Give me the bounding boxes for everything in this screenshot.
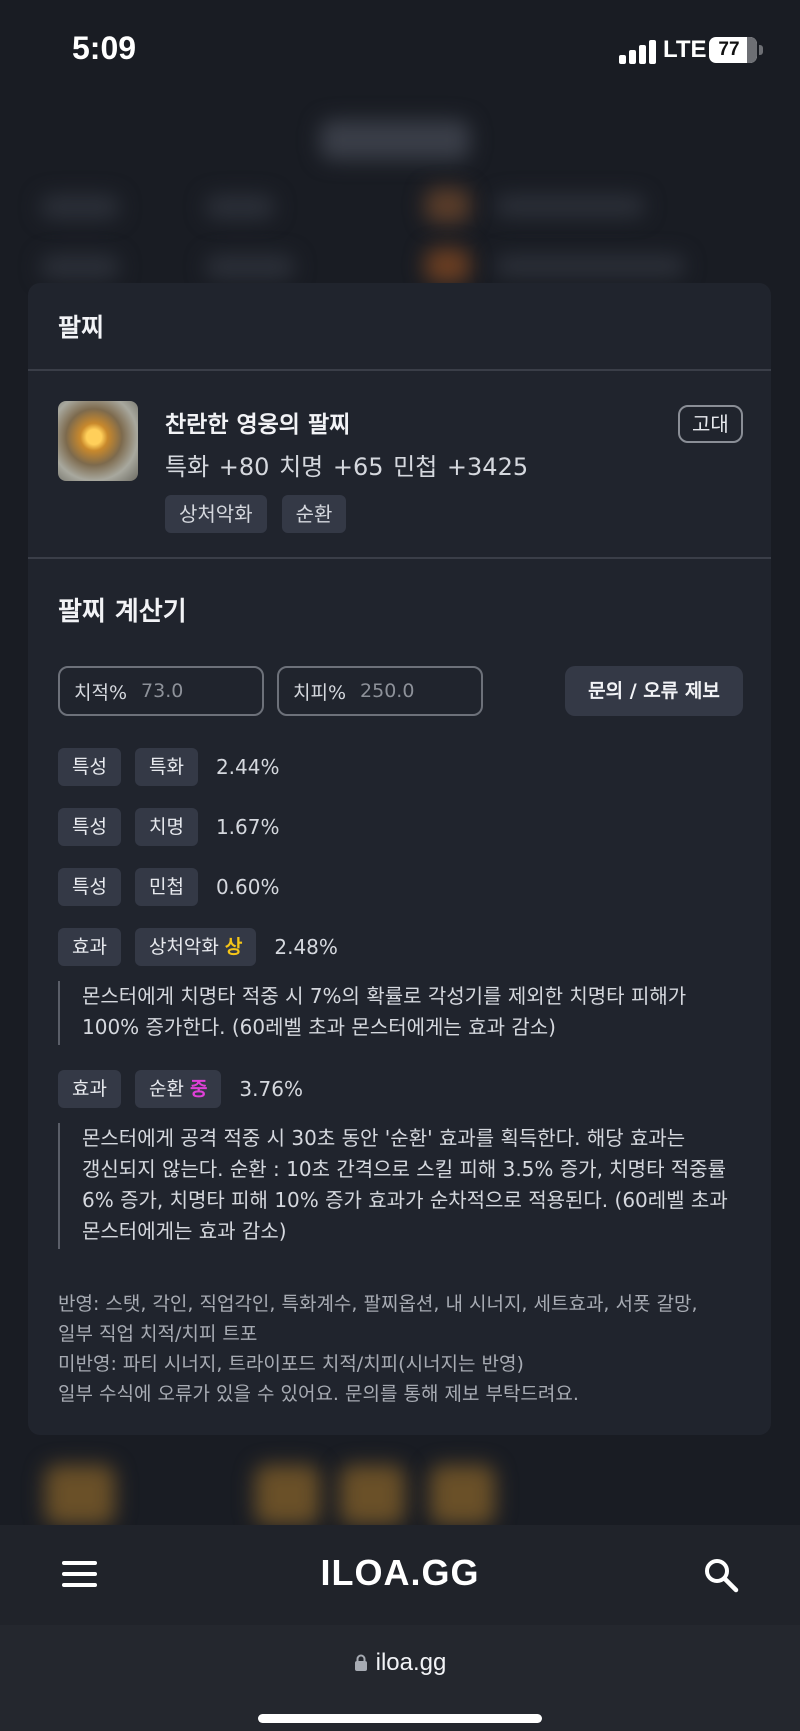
effect-name-chip: 상처악화 상 — [134, 928, 257, 966]
cellular-signal-icon — [619, 40, 657, 64]
calculator-title: 팔찌 계산기 — [58, 597, 187, 627]
lock-icon — [354, 1654, 367, 1671]
battery-percent: 77 — [718, 39, 740, 60]
calculator-inputs: 치적% 73.0 치피% 250.0 문의 / 오류 제보 — [58, 666, 743, 718]
row-value: 1.67% — [215, 815, 280, 839]
report-button[interactable]: 문의 / 오류 제보 — [565, 666, 743, 716]
description-line: 100% 증가한다. (60레벨 초과 몬스터에게는 효과 감소) — [82, 1015, 556, 1039]
bracelet-calculator: 팔찌 계산기 치적% 73.0 치피% 250.0 문의 / 오류 제보 특성 … — [28, 559, 771, 1409]
description-line: 몬스터에게는 효과 감소) — [82, 1219, 287, 1243]
row-value: 2.48% — [274, 935, 338, 959]
grade-badge: 고대 — [678, 405, 743, 443]
row-type-chip: 효과 — [58, 1070, 121, 1108]
item-tags: 상처악화 순환 — [165, 495, 347, 533]
note-line: 미반영: 파티 시너지, 트라이포드 치적/치피(시너지는 반영) — [58, 1353, 524, 1375]
status-time: 5:09 — [72, 30, 137, 66]
note-line: 반영: 스탯, 각인, 직업각인, 특화계수, 팔찌옵션, 내 시너지, 세트효… — [58, 1293, 698, 1315]
effect-level: 중 — [189, 1078, 208, 1100]
bracelet-icon — [58, 401, 138, 481]
effect-level: 상 — [224, 936, 243, 958]
network-type: LTE — [663, 36, 707, 63]
browser-url-bar[interactable]: iloa.gg — [0, 1625, 800, 1731]
modal-title: 팔찌 — [58, 313, 105, 342]
item-tag: 순환 — [281, 495, 347, 533]
item-stats: 특화 +80 치명 +65 민첩 +3425 — [165, 453, 529, 481]
row-name-chip: 특화 — [134, 748, 198, 786]
calculator-notes: 반영: 스탯, 각인, 직업각인, 특화계수, 팔찌옵션, 내 시너지, 세트효… — [58, 1289, 741, 1409]
crit-rate-input[interactable]: 치적% 73.0 — [58, 666, 264, 716]
description-line: 갱신되지 않는다. 순환 : 10초 간격으로 스킬 피해 3.5% 증가, 치… — [82, 1157, 727, 1181]
home-indicator[interactable] — [258, 1714, 542, 1723]
effect-name-chip: 순환 중 — [134, 1070, 222, 1108]
item-tag: 상처악화 — [165, 495, 267, 533]
effect-description: 몬스터에게 공격 적중 시 30초 동안 '순환' 효과를 획득한다. 해당 효… — [58, 1123, 741, 1249]
bottom-navigation: ILOA.GG — [0, 1525, 800, 1625]
row-type-chip: 특성 — [58, 808, 121, 846]
effect-description: 몬스터에게 치명타 적중 시 7%의 확률로 각성기를 제외한 치명타 피해가 … — [58, 981, 741, 1045]
search-icon[interactable] — [703, 1557, 739, 1593]
url-text: iloa.gg — [375, 1649, 447, 1676]
bracelet-item: 찬란한 영웅의 팔찌 특화 +80 치명 +65 민첩 +3425 상처악화 순… — [28, 371, 771, 559]
effect-row: 효과 순환 중 3.76% — [58, 1069, 741, 1109]
crit-damage-input[interactable]: 치피% 250.0 — [277, 666, 483, 716]
row-type-chip: 특성 — [58, 868, 121, 906]
url-display[interactable]: iloa.gg — [0, 1649, 800, 1677]
effect-row: 효과 상처악화 상 2.48% — [58, 927, 741, 967]
stat-row: 특성 특화 2.44% — [58, 747, 741, 787]
stat-row: 특성 치명 1.67% — [58, 807, 741, 847]
row-value: 3.76% — [239, 1077, 303, 1101]
row-name-chip: 민첩 — [134, 868, 198, 906]
note-line: 일부 직업 치적/치피 트포 — [58, 1323, 258, 1345]
item-name: 찬란한 영웅의 팔찌 — [165, 412, 351, 438]
stat-row: 특성 민첩 0.60% — [58, 867, 741, 907]
modal-header: 팔찌 — [28, 283, 771, 371]
description-line: 몬스터에게 치명타 적중 시 7%의 확률로 각성기를 제외한 치명타 피해가 — [82, 984, 687, 1008]
effect-name: 순환 — [148, 1078, 184, 1100]
row-type-chip: 특성 — [58, 748, 121, 786]
status-bar: 5:09 LTE 77 — [0, 0, 800, 100]
crit-rate-value[interactable]: 73.0 — [141, 680, 183, 702]
row-type-chip: 효과 — [58, 928, 121, 966]
description-line: 6% 증가, 치명타 피해 10% 증가 효과가 순차적으로 적용된다. (60… — [82, 1188, 728, 1212]
crit-rate-label: 치적% — [74, 681, 128, 704]
crit-damage-label: 치피% — [293, 681, 347, 704]
row-value: 0.60% — [215, 875, 280, 899]
description-line: 몬스터에게 공격 적중 시 30초 동안 '순환' 효과를 획득한다. 해당 효… — [82, 1126, 686, 1150]
battery-tip — [759, 45, 763, 55]
bracelet-modal: 팔찌 찬란한 영웅의 팔찌 특화 +80 치명 +65 민첩 +3425 상처악… — [28, 283, 771, 1435]
site-logo[interactable]: ILOA.GG — [0, 1552, 800, 1594]
row-value: 2.44% — [215, 755, 280, 779]
note-line: 일부 수식에 오류가 있을 수 있어요. 문의를 통해 제보 부탁드려요. — [58, 1383, 579, 1405]
crit-damage-value[interactable]: 250.0 — [360, 680, 414, 702]
row-name-chip: 치명 — [134, 808, 198, 846]
effect-name: 상처악화 — [148, 936, 219, 958]
battery-icon: 77 — [709, 37, 757, 63]
